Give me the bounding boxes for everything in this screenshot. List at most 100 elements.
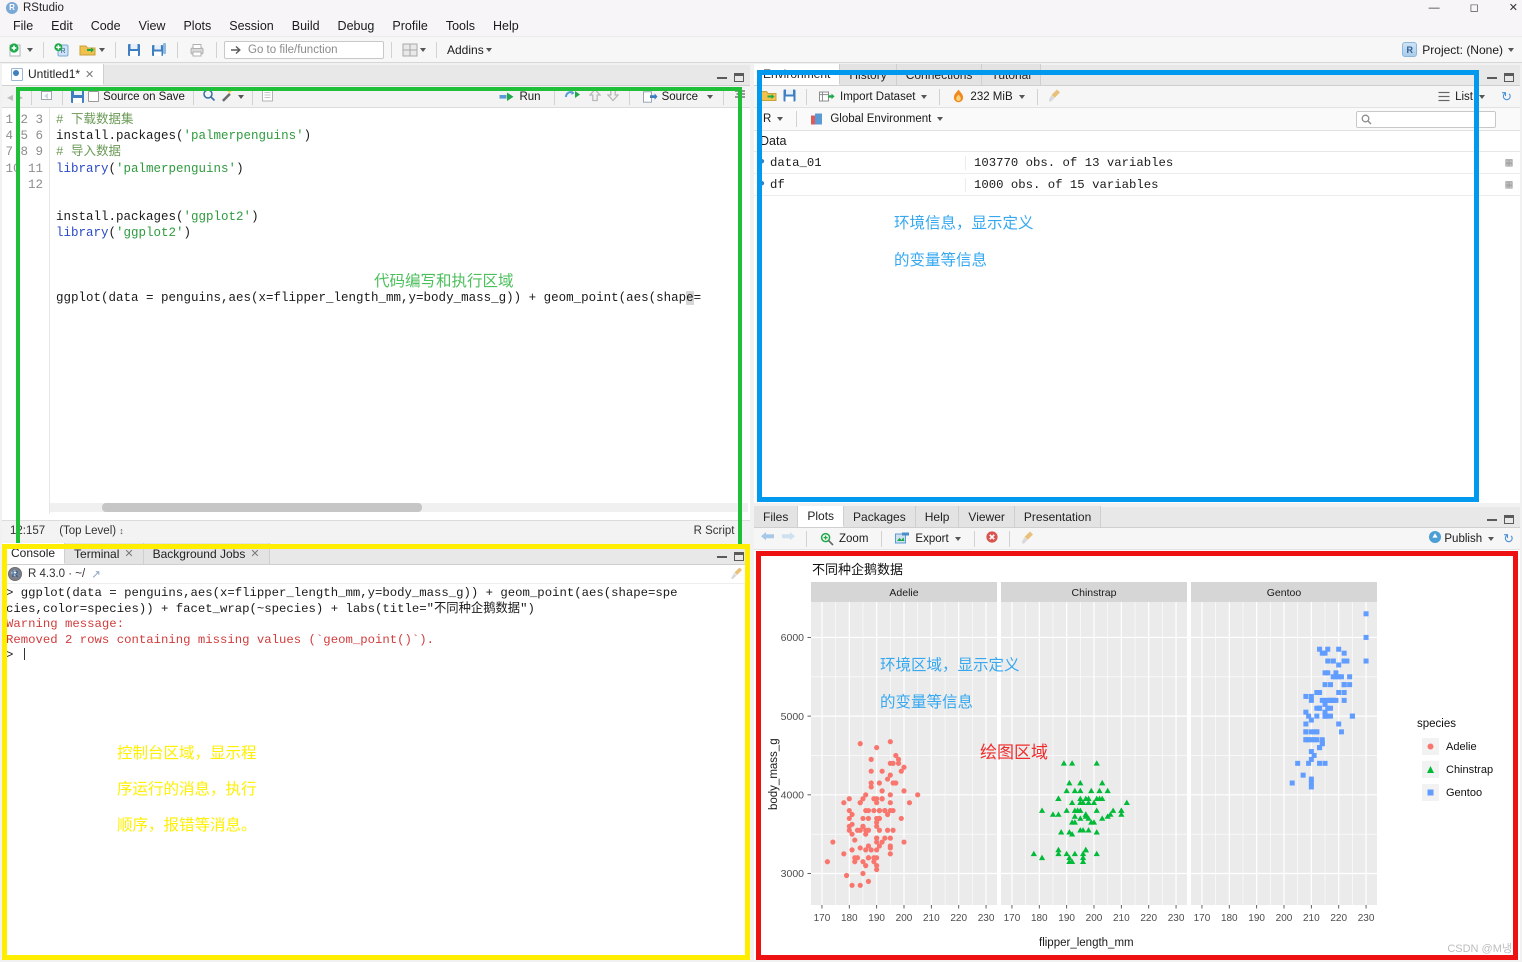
- menu-session[interactable]: Session: [220, 17, 282, 35]
- updown-icon[interactable]: ↕: [738, 526, 743, 535]
- code-scope-selector[interactable]: (Top Level) ↕: [59, 525, 124, 537]
- open-file-button[interactable]: [76, 40, 108, 60]
- chevron-down-icon[interactable]: [99, 47, 105, 52]
- plots-pane-window-buttons[interactable]: [1487, 515, 1514, 524]
- source-button[interactable]: Source: [640, 89, 701, 105]
- table-row[interactable]: ● data_01 103770 obs. of 13 variables ▦: [754, 152, 1520, 174]
- export-plot-button[interactable]: Export: [892, 530, 963, 547]
- tab-history[interactable]: History: [840, 64, 897, 85]
- menu-help[interactable]: Help: [484, 17, 528, 35]
- remove-plot-icon[interactable]: [985, 530, 999, 547]
- chevron-down-icon[interactable]: [954, 536, 961, 541]
- tab-packages[interactable]: Packages: [844, 506, 916, 527]
- window-controls[interactable]: — ◻ ✕: [1429, 0, 1518, 16]
- minimize-icon[interactable]: —: [1429, 0, 1440, 16]
- print-button[interactable]: [185, 40, 209, 60]
- code-content[interactable]: # 下载数据集 install.packages('palmerpenguins…: [50, 108, 750, 514]
- chevron-down-icon[interactable]: [1018, 94, 1025, 99]
- show-in-new-window-icon[interactable]: [40, 89, 54, 105]
- menu-build[interactable]: Build: [283, 17, 329, 35]
- clear-all-plots-icon[interactable]: [1020, 530, 1035, 548]
- clear-environment-icon[interactable]: [1047, 88, 1062, 106]
- maximize-pane-icon[interactable]: [734, 552, 744, 561]
- next-chunk-icon[interactable]: [606, 88, 620, 105]
- previous-chunk-icon[interactable]: [588, 88, 602, 105]
- checkbox-icon[interactable]: [88, 91, 100, 102]
- minimize-pane-icon[interactable]: [1487, 76, 1497, 79]
- menu-tools[interactable]: Tools: [437, 17, 484, 35]
- save-workspace-icon[interactable]: [782, 88, 797, 106]
- console-output[interactable]: > ggplot(data = penguins,aes(x=flipper_l…: [2, 584, 750, 960]
- menu-code[interactable]: Code: [82, 17, 130, 35]
- tab-terminal[interactable]: Terminal ✕: [65, 543, 144, 564]
- load-workspace-icon[interactable]: [760, 88, 777, 106]
- maximize-pane-icon[interactable]: [1504, 515, 1514, 524]
- minimize-pane-icon[interactable]: [717, 555, 727, 558]
- new-file-button[interactable]: [6, 40, 36, 60]
- minimize-pane-icon[interactable]: [1487, 518, 1497, 521]
- legend-item-chinstrap[interactable]: Chinstrap: [1422, 761, 1493, 778]
- chevron-down-icon[interactable]: [420, 47, 426, 52]
- close-icon[interactable]: ✕: [250, 547, 259, 560]
- table-row[interactable]: ● df 1000 obs. of 15 variables ▦: [754, 174, 1520, 196]
- close-icon[interactable]: ✕: [1509, 0, 1518, 16]
- expand-icon[interactable]: ●: [754, 179, 770, 190]
- source-tab-untitled1[interactable]: Untitled1* ✕: [2, 64, 105, 85]
- chevron-down-icon[interactable]: [1508, 47, 1514, 52]
- global-environment-selector[interactable]: Global Environment: [807, 110, 946, 128]
- legend-item-gentoo[interactable]: Gentoo: [1422, 784, 1482, 801]
- menu-debug[interactable]: Debug: [329, 17, 384, 35]
- document-outline-icon[interactable]: [261, 89, 274, 105]
- tab-plots[interactable]: Plots: [798, 506, 845, 527]
- tab-background-jobs[interactable]: Background Jobs ✕: [143, 543, 270, 564]
- publish-button[interactable]: Publish: [1425, 528, 1497, 549]
- updown-icon[interactable]: ↕: [119, 526, 124, 536]
- chevron-down-icon[interactable]: [485, 47, 492, 52]
- legend-item-adelie[interactable]: Adelie: [1422, 738, 1477, 755]
- refresh-plot-icon[interactable]: ↻: [1503, 531, 1514, 547]
- refresh-environment-icon[interactable]: ↻: [1501, 89, 1512, 105]
- source-pane-window-buttons[interactable]: [717, 73, 744, 82]
- scrollbar-thumb[interactable]: [102, 503, 422, 512]
- maximize-pane-icon[interactable]: [734, 73, 744, 82]
- goto-file-function-input[interactable]: Go to file/function: [224, 40, 384, 59]
- new-project-button[interactable]: R: [51, 40, 73, 60]
- tab-help[interactable]: Help: [915, 506, 960, 527]
- zoom-plot-button[interactable]: Zoom: [817, 530, 871, 548]
- chevron-down-icon[interactable]: [1479, 94, 1485, 99]
- forward-icon[interactable]: ▸: [17, 90, 23, 104]
- close-icon[interactable]: ✕: [124, 547, 133, 560]
- chevron-down-icon[interactable]: [1488, 536, 1495, 541]
- chevron-down-icon[interactable]: [921, 94, 928, 99]
- close-icon[interactable]: ✕: [85, 68, 94, 81]
- chevron-down-icon[interactable]: [777, 117, 784, 121]
- editor-menu-icon[interactable]: [734, 89, 746, 104]
- expand-icon[interactable]: ●: [754, 157, 770, 168]
- save-icon[interactable]: [71, 90, 85, 103]
- maximize-pane-icon[interactable]: [1504, 73, 1514, 82]
- workspace-panes-button[interactable]: [399, 41, 429, 59]
- memory-usage-button[interactable]: 232 MiB: [949, 87, 1027, 106]
- tab-files[interactable]: Files: [754, 506, 799, 527]
- chevron-down-icon[interactable]: [27, 47, 33, 52]
- tab-console[interactable]: Console: [2, 543, 66, 564]
- environment-view-mode-button[interactable]: List: [1435, 89, 1488, 105]
- menu-plots[interactable]: Plots: [174, 17, 220, 35]
- minimize-pane-icon[interactable]: [717, 76, 727, 79]
- chevron-down-icon[interactable]: [237, 94, 244, 99]
- environment-search-input[interactable]: [1356, 110, 1496, 128]
- working-directory-icon[interactable]: ↗: [91, 567, 101, 581]
- run-button[interactable]: Run: [496, 89, 543, 105]
- tab-tutorial[interactable]: Tutorial: [982, 64, 1042, 85]
- environment-pane-window-buttons[interactable]: [1487, 73, 1514, 82]
- back-icon[interactable]: ◂: [7, 90, 13, 104]
- plot-canvas[interactable]: 不同种企鹅数据 Adelie 170 180 190 200 210 220 230 Chins…: [754, 550, 1520, 960]
- import-dataset-button[interactable]: Import Dataset: [816, 88, 930, 106]
- clear-console-icon[interactable]: [730, 566, 744, 583]
- next-plot-icon[interactable]: [781, 531, 796, 546]
- source-on-save-toggle[interactable]: Source on Save: [88, 91, 185, 103]
- menu-file[interactable]: File: [4, 17, 42, 35]
- menu-view[interactable]: View: [130, 17, 175, 35]
- chevron-down-icon[interactable]: [707, 94, 713, 99]
- code-editor[interactable]: 1 2 3 4 5 6 7 8 9 10 11 12 # 下载数据集 insta…: [2, 108, 750, 514]
